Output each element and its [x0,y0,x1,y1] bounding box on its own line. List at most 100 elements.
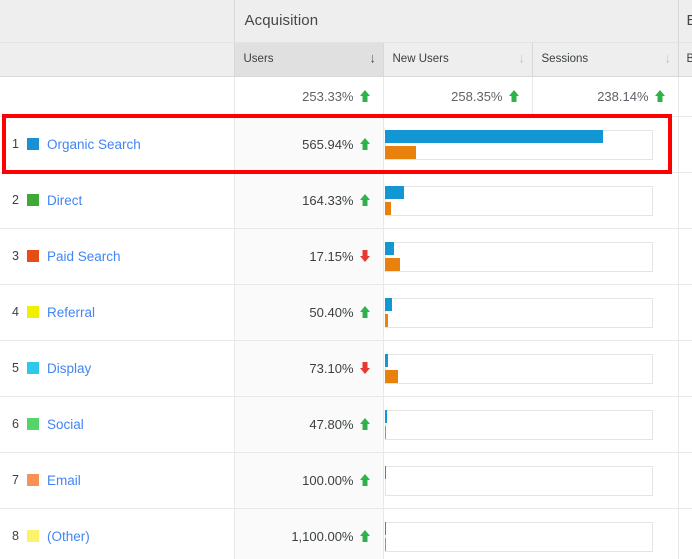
users-change-pct: 47.80% [309,416,354,432]
sessions-bar [384,257,400,271]
row-rank: 1 [12,137,19,151]
channel-link[interactable]: Paid Search [47,249,121,264]
new-users-bar [384,465,387,479]
trend-up-icon [509,90,520,102]
column-header-behavior-cut[interactable]: B [677,42,692,77]
comparison-bar-chart-cell [382,228,679,285]
new-users-bar [384,129,603,143]
channel-link[interactable]: Social [47,417,84,432]
channel-link[interactable]: Display [47,361,91,376]
channel-cell: 4 Referral [0,284,234,341]
users-change-cell: 73.10% [233,340,383,397]
channel-color-swatch [27,474,39,486]
table-row[interactable]: 4 Referral 50.40% [0,284,692,341]
channel-cell: 7 Email [0,452,234,509]
table-row[interactable]: 5 Display 73.10% [0,340,692,397]
totals-row: 253.33% 258.35% 238.14% [0,76,692,117]
channel-link[interactable]: Email [47,473,81,488]
channel-color-swatch [27,194,39,206]
sessions-bar [384,313,389,327]
comparison-bar-chart-cell [382,284,679,341]
comparison-bar-chart-cell [382,508,679,559]
trend-up-icon [360,194,371,206]
column-header-users[interactable]: Users ↓ [233,42,383,77]
acquisition-channels-table: Acquisition B Users ↓ New Users ↓ [0,0,692,559]
behavior-cell [677,508,692,559]
table-row[interactable]: 6 Social 47.80% [0,396,692,453]
channel-cell: 8 (Other) [0,508,234,559]
row-rank: 6 [12,417,19,431]
behavior-cell [677,116,692,173]
bar-chart-frame [384,465,653,496]
bar-chart-frame [384,185,653,216]
new-users-bar [384,521,386,535]
behavior-cell [677,284,692,341]
bar-chart-frame [384,521,653,552]
users-change-cell: 1,100.00% [233,508,383,559]
channel-color-swatch [27,250,39,262]
totals-new-users-cell: 258.35% [382,76,532,117]
behavior-cell [677,228,692,285]
sessions-bar [384,537,386,551]
table-row[interactable]: 2 Direct 164.33% [0,172,692,229]
totals-sessions-pct: 238.14% [597,88,649,104]
channel-color-swatch [27,530,39,542]
channel-cell: 3 Paid Search [0,228,234,285]
totals-label-cell [0,76,234,117]
new-users-bar [384,409,387,423]
trend-up-icon [360,474,371,486]
sessions-bar [384,201,392,215]
table-row[interactable]: 7 Email 100.00% [0,452,692,509]
users-change-cell: 164.33% [233,172,383,229]
new-users-bar [384,353,388,367]
channel-color-swatch [27,138,39,150]
channel-link[interactable]: Referral [47,305,95,320]
table-row[interactable]: 3 Paid Search 17.15% [0,228,692,285]
bar-chart-frame [384,241,653,272]
sort-descending-icon[interactable]: ↓ [665,52,671,66]
trend-up-icon [360,306,371,318]
new-users-bar [384,241,394,255]
bar-chart-frame [384,409,653,440]
row-rank: 2 [12,193,19,207]
comparison-bar-chart-cell [382,452,679,509]
users-change-pct: 565.94% [302,136,354,152]
group-header-acquisition: Acquisition [233,0,679,43]
group-header-behavior: B [677,0,692,43]
column-header-new-users[interactable]: New Users ↓ [382,42,532,77]
trend-up-icon [655,90,666,102]
trend-down-icon [360,362,371,374]
sort-descending-icon[interactable]: ↓ [370,52,376,66]
row-rank: 7 [12,473,19,487]
group-header-row: Acquisition B [0,0,692,43]
totals-new-users-pct: 258.35% [451,88,503,104]
column-header-sessions-label: Sessions [541,53,589,65]
column-header-sessions[interactable]: Sessions ↓ [531,42,679,77]
channel-link[interactable]: Direct [47,193,82,208]
users-change-cell: 50.40% [233,284,383,341]
behavior-cell [677,340,692,397]
new-users-bar [384,185,405,199]
channel-link[interactable]: Organic Search [47,137,141,152]
trend-up-icon [360,90,371,102]
channel-cell: 6 Social [0,396,234,453]
table-row[interactable]: 1 Organic Search 565.94% [0,116,692,173]
bar-chart-frame [384,353,653,384]
users-change-pct: 1,100.00% [291,528,354,544]
totals-behavior-cell [677,76,692,117]
behavior-cell [677,452,692,509]
table-row[interactable]: 8 (Other) 1,100.00% [0,508,692,559]
analytics-acquisition-table: Acquisition B Users ↓ New Users ↓ [0,0,692,559]
users-change-pct: 73.10% [309,360,354,376]
trend-up-icon [360,530,371,542]
sort-descending-icon[interactable]: ↓ [519,52,525,66]
table-body: Acquisition B Users ↓ New Users ↓ [0,0,692,559]
sessions-bar [384,145,417,159]
sessions-bar [384,369,399,383]
totals-sessions-cell: 238.14% [531,76,679,117]
channel-link[interactable]: (Other) [47,529,90,544]
comparison-bar-chart-cell [382,396,679,453]
column-header-new-users-label: New Users [392,53,449,65]
new-users-bar [384,297,392,311]
row-rank: 5 [12,361,19,375]
